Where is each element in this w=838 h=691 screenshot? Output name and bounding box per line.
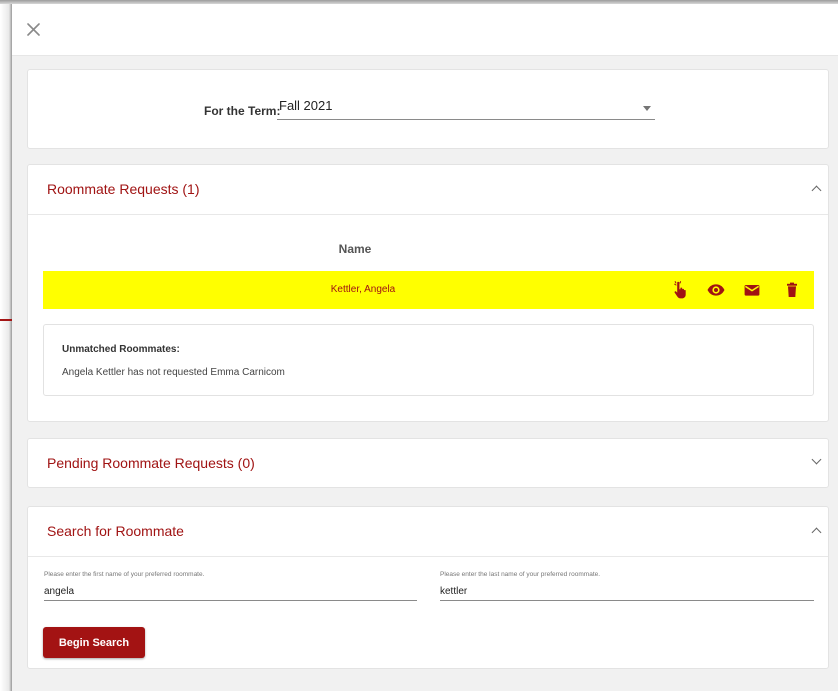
roommate-name: Kettler, Angela [330, 284, 396, 295]
term-label: For the Term: [204, 104, 281, 118]
trash-icon [787, 282, 797, 297]
close-icon [26, 22, 40, 36]
window-frame-left [0, 0, 12, 691]
term-select[interactable]: Fall 2021 [277, 96, 655, 120]
select-roommate-button[interactable] [670, 280, 690, 300]
unmatched-roommates-message: Angela Kettler has not requested Emma Ca… [62, 367, 285, 378]
roommate-requests-panel: Roommate Requests (1) Name Kettler, Ange… [27, 164, 829, 422]
search-roommate-panel: Search for Roommate Please enter the fir… [27, 506, 829, 669]
column-header-name: Name [338, 242, 372, 256]
first-name-label: Please enter the first name of your pref… [44, 571, 205, 578]
dialog-header [12, 4, 838, 56]
email-roommate-button[interactable] [742, 280, 762, 300]
caret-down-icon [643, 106, 651, 111]
decorative-line [0, 319, 12, 321]
unmatched-roommates-box: Unmatched Roommates: Angela Kettler has … [43, 324, 814, 396]
eye-icon [707, 284, 725, 296]
search-roommate-header[interactable]: Search for Roommate [28, 507, 828, 556]
last-name-input[interactable] [440, 582, 814, 601]
table-row: Kettler, Angela [43, 271, 814, 309]
begin-search-button[interactable]: Begin Search [43, 627, 145, 658]
first-name-input[interactable] [44, 582, 417, 601]
hand-pointer-icon [674, 281, 686, 299]
last-name-label: Please enter the last name of your prefe… [440, 571, 601, 578]
pending-requests-header[interactable]: Pending Roommate Requests (0) [28, 439, 828, 488]
pending-requests-panel: Pending Roommate Requests (0) [27, 438, 829, 488]
search-roommate-title: Search for Roommate [47, 523, 184, 539]
pending-requests-title: Pending Roommate Requests (0) [47, 455, 255, 471]
chevron-up-icon [811, 185, 822, 196]
unmatched-roommates-title: Unmatched Roommates: [62, 344, 180, 355]
panel-divider [28, 556, 828, 557]
chevron-up-icon [811, 527, 822, 538]
envelope-icon [744, 285, 760, 296]
term-card: For the Term: Fall 2021 [27, 69, 829, 149]
term-selected-value: Fall 2021 [279, 98, 333, 113]
close-button[interactable] [22, 18, 44, 40]
roommate-dialog: For the Term: Fall 2021 Roommate Request… [12, 4, 838, 691]
view-roommate-button[interactable] [706, 280, 726, 300]
delete-roommate-button[interactable] [782, 280, 802, 300]
chevron-down-icon [811, 454, 822, 465]
roommate-requests-header[interactable]: Roommate Requests (1) [28, 165, 828, 214]
panel-divider [28, 214, 828, 215]
roommate-requests-title: Roommate Requests (1) [47, 181, 200, 197]
